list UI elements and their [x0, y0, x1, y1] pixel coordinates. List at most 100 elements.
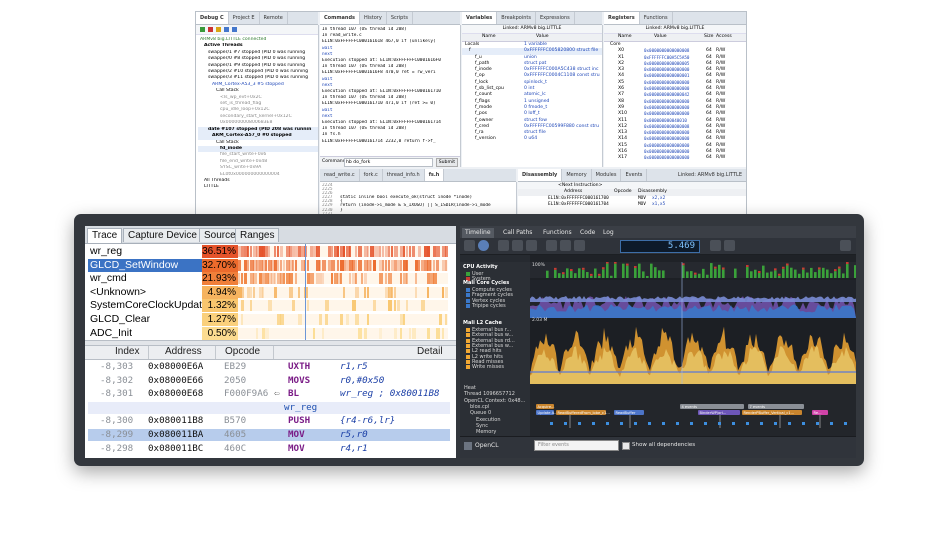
function-heat-strip[interactable] — [238, 273, 448, 285]
chart-area[interactable]: 100% 2.03 M — [530, 261, 856, 384]
tab-memory[interactable]: Memory — [562, 169, 592, 181]
column-detail[interactable]: Detail — [417, 346, 443, 358]
column-index[interactable]: Index — [115, 346, 139, 358]
variable-row[interactable]: f_version 0 u64 — [462, 136, 602, 142]
function-row[interactable]: wr_reg 36.51% — [88, 245, 450, 258]
opencl-row-label[interactable]: OpenCL Context: 0x48... — [464, 398, 530, 404]
tree-thread[interactable]: swapper/3 #11 stopped (PID 0 was running — [198, 75, 318, 81]
home-icon[interactable] — [464, 240, 475, 251]
tab-functions[interactable]: Functions — [640, 12, 673, 24]
track-series[interactable]: Tripipe cycles — [472, 303, 538, 309]
select-icon[interactable] — [526, 240, 537, 251]
function-row[interactable]: GLCD_SetWindow 32.70% — [88, 258, 450, 272]
clock-icon[interactable] — [478, 240, 489, 251]
column-divider[interactable] — [273, 346, 274, 359]
tab-project-explorer[interactable]: Project E — [229, 12, 260, 24]
tab-functions[interactable]: Functions — [540, 228, 575, 238]
tab-fork-c[interactable]: fork.c — [360, 169, 383, 181]
tab-debug-control[interactable]: Debug C — [196, 12, 229, 24]
heat-cursor[interactable] — [305, 244, 306, 340]
function-heat-strip[interactable] — [238, 300, 448, 312]
disassembly-context[interactable]: Linked: ARMv8 big.LITTLE — [674, 169, 746, 181]
tab-call-paths[interactable]: Call Paths — [500, 228, 535, 238]
register-row[interactable]: X17 0x0000000000000000 64 R/W — [604, 155, 746, 161]
track-title[interactable]: CPU Activity — [463, 264, 529, 270]
tab-registers[interactable]: Registers — [604, 12, 640, 24]
column-access[interactable]: Access — [716, 34, 732, 40]
tab-fs-h[interactable]: fs.h — [424, 169, 445, 181]
function-heat-strip[interactable] — [238, 314, 448, 325]
show-deps-checkbox[interactable] — [622, 442, 630, 450]
trace-row[interactable]: -8,301 0x08000E68 F000F9A6 ⇦ BL wr_reg ; 0x80… — [88, 388, 450, 400]
tab-breakpoints[interactable]: Breakpoints — [497, 12, 536, 24]
tree-thread[interactable]: swapper/0 #8 stopped (PID 0 was running — [198, 56, 318, 62]
help-icon[interactable] — [840, 240, 851, 251]
opencl-row-label[interactable]: Thread 1096657712 — [464, 391, 530, 397]
opencl-row-label[interactable]: Heat — [464, 385, 530, 391]
tab-history[interactable]: History — [360, 12, 387, 24]
function-heat-strip[interactable] — [238, 327, 448, 339]
column-name[interactable]: Name — [482, 34, 496, 40]
expand-icon[interactable] — [464, 442, 472, 450]
tab-remote[interactable]: Remote — [260, 12, 288, 24]
zoom-fit-icon[interactable] — [574, 240, 585, 251]
opencl-row-label[interactable]: Queue 0 — [470, 410, 536, 416]
function-row[interactable]: GLCD_Clear 1.27% — [88, 313, 450, 326]
column-opcode[interactable]: Opcode — [614, 189, 632, 195]
tab-scripts[interactable]: Scripts — [387, 12, 413, 24]
tab-capture-device[interactable]: Capture Device — [123, 228, 202, 242]
function-row[interactable]: wr_cmd 21.93% — [88, 272, 450, 286]
column-divider[interactable] — [215, 346, 216, 359]
flag-icon[interactable] — [512, 240, 523, 251]
trace-row[interactable]: -8,298 0x080011BC 460C MOV r4,r1 — [88, 443, 450, 455]
bookmark-icon[interactable] — [498, 240, 509, 251]
submit-button[interactable]: Submit — [435, 158, 458, 167]
step-over-icon[interactable] — [232, 27, 237, 32]
lock-icon[interactable] — [724, 240, 735, 251]
tab-disassembly[interactable]: Disassembly — [518, 169, 563, 181]
step-icon[interactable] — [224, 27, 229, 32]
column-disassembly[interactable]: Disassembly — [638, 189, 667, 195]
track-series[interactable]: Write misses — [472, 364, 538, 370]
registers-context[interactable]: Linked: ARMv8 big.LITTLE — [604, 25, 746, 34]
function-heat-strip[interactable] — [238, 286, 448, 298]
opencl-mode[interactable]: OpenCL — [475, 440, 499, 451]
disconnect-icon[interactable] — [208, 27, 213, 32]
tree-little[interactable]: LITTLE — [198, 184, 318, 190]
tab-log[interactable]: Log — [600, 228, 617, 238]
tab-events[interactable]: Events — [621, 169, 648, 181]
zoom-in-icon[interactable] — [546, 240, 557, 251]
column-address[interactable]: Address — [564, 189, 582, 195]
tab-thread-info-h[interactable]: thread_info.h — [383, 169, 425, 181]
trace-row[interactable]: wr_reg — [88, 401, 450, 414]
trace-row[interactable]: -8,303 0x08000E6A EB29 UXTH r1,r5 — [88, 361, 450, 373]
zoom-out-icon[interactable] — [560, 240, 571, 251]
column-value[interactable]: Value — [536, 34, 549, 40]
column-opcode[interactable]: Opcode — [225, 346, 260, 358]
connect-icon[interactable] — [200, 27, 205, 32]
tab-commands[interactable]: Commands — [320, 12, 361, 24]
tab-modules[interactable]: Modules — [592, 169, 622, 181]
function-heat-strip[interactable] — [238, 246, 448, 257]
tab-timeline[interactable]: Timeline — [462, 228, 494, 238]
command-input[interactable]: hb do_fork — [344, 158, 433, 167]
function-row[interactable]: ADC_Init 0.50% — [88, 326, 450, 340]
function-heat-strip[interactable] — [238, 259, 448, 271]
column-name[interactable]: Name — [618, 34, 632, 40]
tab-variables[interactable]: Variables — [462, 12, 498, 24]
track-title[interactable]: Mali Core Cycles — [463, 280, 529, 286]
trace-row[interactable]: -8,300 0x080011B8 B570 PUSH {r4-r6,lr} — [88, 415, 450, 427]
tab-code[interactable]: Code — [577, 228, 598, 238]
camera-icon[interactable] — [710, 240, 721, 251]
opencl-timeline[interactable]: Acquire... Update A... ReadBufferedFrom_lo… — [530, 384, 856, 436]
column-address[interactable]: Address — [165, 346, 202, 358]
filter-events-input[interactable]: Filter events — [534, 440, 619, 451]
tab-read-write-c[interactable]: read_write.c — [320, 169, 360, 181]
time-ruler[interactable] — [530, 255, 856, 270]
column-size[interactable]: Size — [704, 34, 713, 40]
function-row[interactable]: SystemCoreClockUpdate 1.32% — [88, 299, 450, 313]
track-title[interactable]: Mali L2 Cache — [463, 320, 529, 326]
tab-expressions[interactable]: Expressions — [536, 12, 575, 24]
opencl-row-label[interactable]: blox.cpl — [470, 404, 536, 410]
disassembly-row[interactable]: EL1N:0xFFFFFFC000161704 MOV x1,x5 — [518, 202, 746, 208]
